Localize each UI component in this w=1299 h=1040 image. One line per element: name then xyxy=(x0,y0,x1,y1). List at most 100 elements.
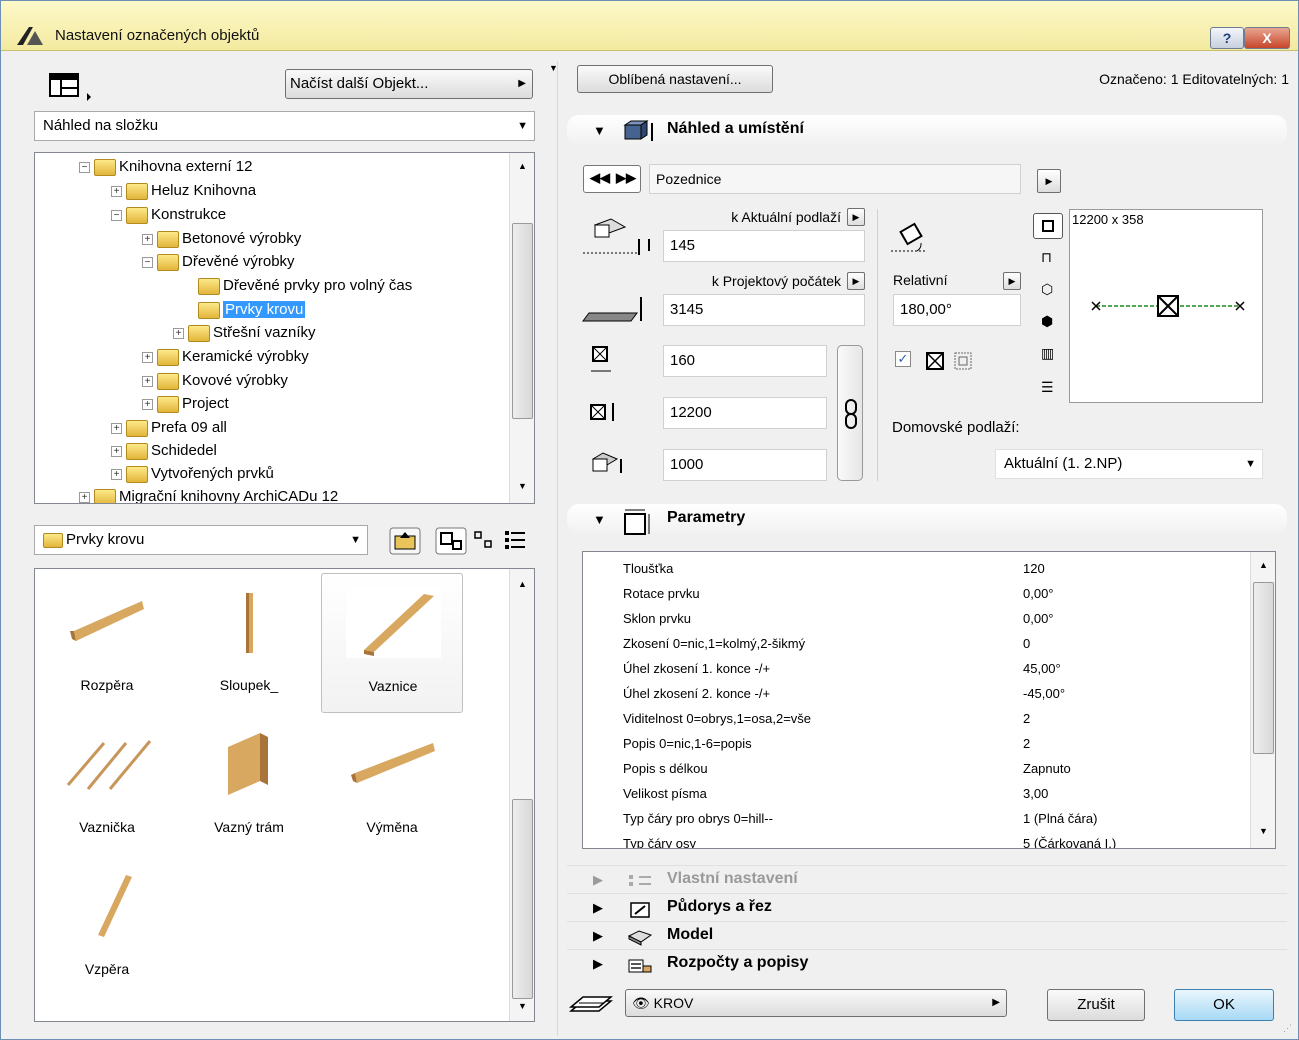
parameter-value[interactable]: 45,00° xyxy=(1023,656,1061,681)
parameter-value[interactable]: -45,00° xyxy=(1023,681,1065,706)
parameter-row[interactable]: Úhel zkosení 2. konce -/+ -45,00° xyxy=(583,681,1251,706)
tree-node[interactable]: − Knihovna externí 12 xyxy=(79,155,252,178)
tree-node[interactable]: + Kovové výrobky xyxy=(142,369,288,392)
expand-icon[interactable]: + xyxy=(142,398,153,410)
collapse-icon[interactable]: − xyxy=(142,256,153,268)
length-input[interactable]: 12200 xyxy=(663,397,827,429)
tree-node-selected[interactable]: Prvky krovu xyxy=(198,298,306,321)
parameter-row[interactable]: Typ čáry osy 5 (Čárkovaná I.) xyxy=(583,831,1251,848)
tree-node[interactable]: − Dřevěné výrobky xyxy=(142,250,295,273)
scroll-down-icon[interactable]: ▼ xyxy=(518,481,527,491)
axonometry-wireframe-icon[interactable]: ⬡ xyxy=(1041,281,1053,298)
expand-icon[interactable]: + xyxy=(142,351,153,363)
object-item[interactable]: Vaznička xyxy=(36,715,178,855)
object-item[interactable]: Vazný trám xyxy=(178,715,320,855)
expand-icon[interactable]: + xyxy=(173,327,184,339)
parameter-value[interactable]: 5 (Čárkovaná I.) xyxy=(1023,831,1116,848)
large-icons-view-icon[interactable] xyxy=(435,527,467,555)
parameter-value[interactable]: 0 xyxy=(1023,631,1030,656)
view-mode-select[interactable]: Náhled na složku ▼ xyxy=(34,111,535,141)
angle-input[interactable]: 180,00° xyxy=(893,294,1021,326)
expand-icon[interactable]: + xyxy=(142,375,153,387)
tree-node[interactable]: + Keramické výrobky xyxy=(142,345,309,368)
scroll-up-icon[interactable]: ▲ xyxy=(518,579,527,589)
small-icons-view-icon[interactable] xyxy=(473,529,497,551)
scroll-down-icon[interactable]: ▼ xyxy=(1259,826,1268,836)
parameter-row[interactable]: Rotace prvku 0,00° xyxy=(583,581,1251,606)
width-input[interactable]: 160 xyxy=(663,345,827,377)
scroll-up-icon[interactable]: ▲ xyxy=(518,161,527,171)
parameter-row[interactable]: Popis s délkou Zapnuto xyxy=(583,756,1251,781)
scroll-up-icon[interactable]: ▲ xyxy=(1259,560,1268,570)
parameter-value[interactable]: 0,00° xyxy=(1023,581,1054,606)
current-story-menu-button[interactable]: ▶ xyxy=(847,208,865,226)
help-button[interactable]: ? xyxy=(1210,27,1244,49)
parameter-row[interactable]: Zkosení 0=nic,1=kolmý,2-šikmý 0 xyxy=(583,631,1251,656)
scrollbar-thumb[interactable] xyxy=(512,799,533,999)
ok-button[interactable]: OK xyxy=(1174,989,1274,1021)
axonometry-shaded-icon[interactable]: ⬢ xyxy=(1041,313,1053,330)
section-model[interactable]: ▶ Model xyxy=(567,921,1287,949)
parameter-value[interactable]: Zapnuto xyxy=(1023,756,1071,781)
project-zero-menu-button[interactable]: ▶ xyxy=(847,272,865,290)
parameter-row[interactable]: Úhel zkosení 1. konce -/+ 45,00° xyxy=(583,656,1251,681)
project-elevation-input[interactable]: 3145 xyxy=(663,294,865,326)
mirror-checkbox[interactable]: ✓ xyxy=(895,351,911,367)
parameter-value[interactable]: 3,00 xyxy=(1023,781,1048,806)
parameter-value[interactable]: 1 (Plná čára) xyxy=(1023,806,1097,831)
relative-menu-button[interactable]: ▶ xyxy=(1003,272,1021,290)
collapse-icon[interactable]: − xyxy=(111,209,122,221)
object-name-field[interactable]: Pozednice xyxy=(649,164,1021,194)
parameter-value[interactable]: 0,00° xyxy=(1023,606,1054,631)
tree-node[interactable]: + Migrační knihovny ArchiCADu 12 xyxy=(79,485,338,503)
grid-scrollbar[interactable]: ▲ ▼ xyxy=(509,569,534,1021)
scrollbar-thumb[interactable] xyxy=(1253,582,1274,754)
parameter-value[interactable]: 2 xyxy=(1023,731,1030,756)
object-item-selected[interactable]: Vaznice xyxy=(321,573,463,713)
parameters-view-icon[interactable]: ☰ xyxy=(1041,379,1054,396)
next-icon[interactable]: ▶▶ xyxy=(616,170,636,186)
side-view-icon[interactable]: ▥ xyxy=(1041,345,1054,362)
section-floor-plan[interactable]: ▶ Půdorys a řez xyxy=(567,893,1287,921)
tree-scrollbar[interactable]: ▲ ▼ xyxy=(509,153,534,503)
cancel-button[interactable]: Zrušit xyxy=(1047,989,1145,1021)
parameter-value[interactable]: 120 xyxy=(1023,556,1045,581)
expand-icon[interactable]: + xyxy=(79,491,90,503)
favorites-button[interactable]: Oblíbená nastavení... xyxy=(577,65,773,93)
parameter-row[interactable]: Sklon prvku 0,00° xyxy=(583,606,1251,631)
expand-icon[interactable]: + xyxy=(111,422,122,434)
section-parameters-header[interactable]: ▼ Parametry xyxy=(567,504,1287,535)
section-listing[interactable]: ▶ Rozpočty a popisy xyxy=(567,949,1287,977)
previous-icon[interactable]: ◀◀ xyxy=(590,170,610,186)
settings-dialog-icon[interactable] xyxy=(49,73,95,101)
tree-node[interactable]: − Konstrukce xyxy=(111,203,226,226)
tree-node[interactable]: + Prefa 09 all xyxy=(111,416,227,439)
parameter-row[interactable]: Velikost písma 3,00 xyxy=(583,781,1251,806)
parameter-row[interactable]: Typ čáry pro obrys 0=hill-- 1 (Plná čára) xyxy=(583,806,1251,831)
parameters-scrollbar[interactable]: ▲ ▼ xyxy=(1250,552,1275,848)
tree-node[interactable]: Dřevěné prvky pro volný čas xyxy=(198,274,412,297)
folder-select[interactable]: Prvky krovu ▼ xyxy=(34,525,368,555)
expand-icon[interactable]: + xyxy=(111,468,122,480)
object-menu-button[interactable]: ▶ xyxy=(1037,169,1061,193)
parameter-value[interactable]: 2 xyxy=(1023,706,1030,731)
lock-ratio-button[interactable] xyxy=(837,345,863,481)
section-view-icon[interactable]: ⊓ xyxy=(1041,249,1052,266)
parameter-row[interactable]: Tloušťka 120 xyxy=(583,556,1251,581)
expand-icon[interactable]: + xyxy=(111,185,122,197)
list-view-icon[interactable] xyxy=(503,529,531,551)
tree-node[interactable]: + Betonové výrobky xyxy=(142,227,301,250)
parameter-row[interactable]: Popis 0=nic,1-6=popis 2 xyxy=(583,731,1251,756)
object-item[interactable]: Vzpěra xyxy=(36,857,178,997)
home-story-select[interactable]: Aktuální (1. 2.NP) ▼ xyxy=(995,449,1263,479)
resize-grip-icon[interactable]: ⋰ xyxy=(1283,1023,1292,1034)
tree-node[interactable]: + Project xyxy=(142,392,229,415)
expand-icon[interactable]: + xyxy=(142,233,153,245)
tree-node[interactable]: + Schidedel xyxy=(111,439,217,462)
floor-plan-view-button[interactable] xyxy=(1033,213,1063,239)
collapse-icon[interactable]: − xyxy=(79,161,90,173)
tree-node[interactable]: + Heluz Knihovna xyxy=(111,179,256,202)
scroll-down-icon[interactable]: ▼ xyxy=(518,1001,527,1011)
panel-divider[interactable] xyxy=(557,61,558,1036)
object-item[interactable]: Sloupek_ xyxy=(178,573,320,713)
